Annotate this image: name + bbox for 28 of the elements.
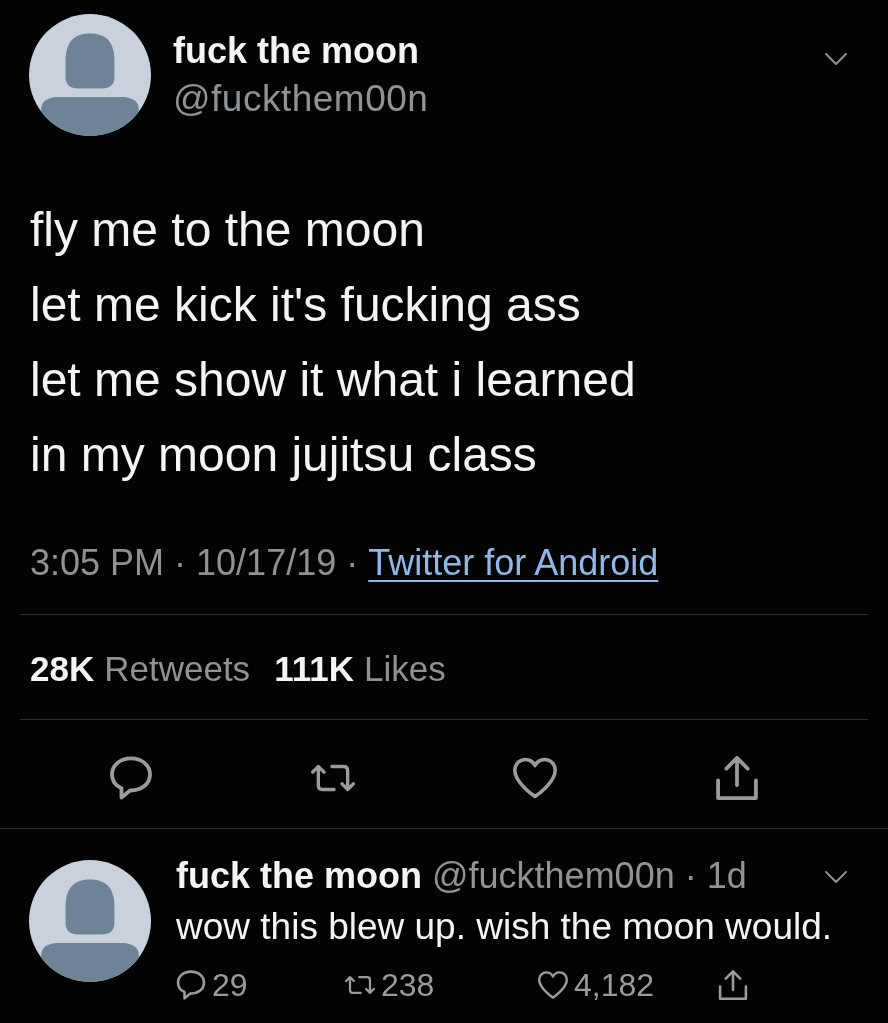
reply-text: wow this blew up. wish the moon would. (176, 905, 834, 949)
reply-handle-time: @fuckthem00n · 1d (432, 856, 747, 896)
stat-label: Likes (363, 649, 446, 689)
user-handle: @fuckthem00n (173, 77, 429, 121)
like-button[interactable] (513, 756, 557, 800)
stat-count: 28K (30, 649, 95, 689)
tweet-text: fly me to the moon let me kick it's fucking ass let me show it what i learned in my moon jujitsu class (29, 202, 637, 483)
chevron-down-icon[interactable] (824, 870, 848, 884)
heart-icon (538, 970, 568, 1000)
like-button[interactable]: 4,182 (538, 965, 655, 1005)
avatar-icon[interactable] (29, 14, 151, 136)
source-link[interactable]: Twitter for Android (368, 538, 659, 588)
share-icon (715, 756, 759, 800)
display-name: fuck the moon (173, 29, 420, 73)
stat-count: 111K (274, 649, 354, 689)
chevron-down-icon[interactable] (824, 52, 848, 66)
retweet-button[interactable]: 238 (345, 965, 435, 1005)
reply-button[interactable] (109, 756, 153, 800)
reply-display-name: fuck the moon (176, 856, 422, 896)
speech-bubble-icon (176, 970, 206, 1000)
stat-label: Retweets (104, 649, 251, 689)
reply-button[interactable]: 29 (176, 965, 248, 1005)
share-button[interactable] (715, 756, 759, 800)
avatar-icon[interactable] (29, 860, 151, 982)
heart-icon (513, 756, 557, 800)
share-icon (718, 970, 748, 1000)
speech-bubble-icon (109, 756, 153, 800)
timestamp: 3:05 PM · 10/17/19 · (30, 541, 359, 585)
